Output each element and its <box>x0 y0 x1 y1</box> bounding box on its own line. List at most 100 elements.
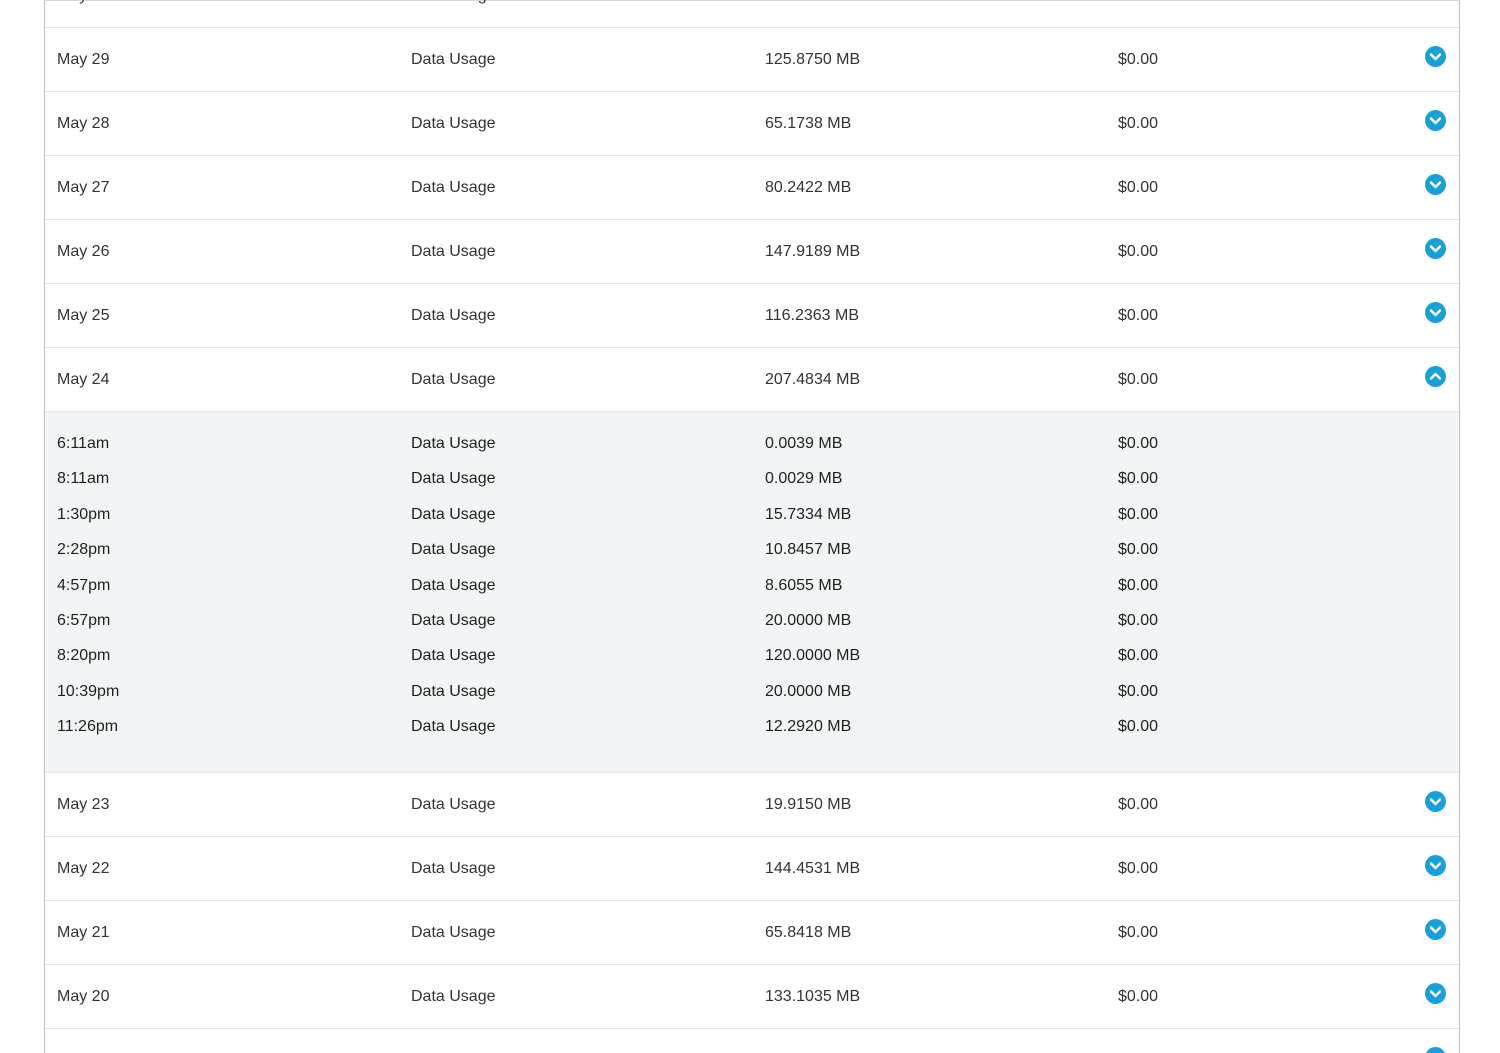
detail-amount: 10.8457 MB <box>765 541 852 559</box>
detail-cost: $0.00 <box>1118 541 1159 559</box>
usage-type: Data Usage <box>411 0 496 27</box>
usage-row[interactable]: May 27 Data Usage 80.2422 MB $0.00 <box>45 156 1459 220</box>
usage-amount: 65.8418 MB <box>765 923 852 941</box>
detail-row: 8:11am Data Usage 0.0029 MB $0.00 <box>45 461 1459 496</box>
detail-amount: 20.0000 MB <box>765 611 852 629</box>
usage-detail-panel: 6:11am Data Usage 0.0039 MB $0.00 8:11am… <box>45 412 1459 773</box>
chevron-down-icon[interactable] <box>1425 982 1446 1004</box>
usage-type: Data Usage <box>411 51 496 68</box>
detail-amount: 20.0000 MB <box>765 682 852 700</box>
usage-amount: 80.2422 MB <box>765 179 852 196</box>
detail-cost: $0.00 <box>1118 647 1159 665</box>
usage-amount: 133.1035 MB <box>765 987 861 1005</box>
detail-type: Data Usage <box>411 611 496 629</box>
detail-time: 4:57pm <box>57 576 111 594</box>
usage-cost: $0.00 <box>1118 51 1159 68</box>
detail-row: 8:20pm Data Usage 120.0000 MB $0.00 <box>45 638 1459 673</box>
usage-cost: $0.00 <box>1118 987 1159 1005</box>
chevron-up-icon[interactable] <box>1425 366 1446 387</box>
usage-type: Data Usage <box>411 859 496 877</box>
usage-row[interactable]: May 22 Data Usage 144.4531 MB $0.00 <box>45 837 1459 901</box>
detail-cost: $0.00 <box>1118 611 1159 629</box>
usage-amount: 19.9150 MB <box>765 795 852 813</box>
usage-date: May 19 <box>57 1029 109 1053</box>
usage-date: May 26 <box>57 243 110 260</box>
chevron-down-icon[interactable] <box>1425 174 1446 195</box>
usage-row[interactable]: May 30 Data Usage <box>45 0 1459 28</box>
chevron-down-icon[interactable] <box>1425 1046 1446 1053</box>
detail-time: 2:28pm <box>57 541 111 559</box>
detail-amount: 15.7334 MB <box>765 505 852 523</box>
chevron-down-icon[interactable] <box>1425 790 1446 812</box>
detail-row: 6:57pm Data Usage 20.0000 MB $0.00 <box>45 603 1459 638</box>
usage-row[interactable]: May 26 Data Usage 147.9189 MB $0.00 <box>45 220 1459 284</box>
detail-row: 11:26pm Data Usage 12.2920 MB $0.00 <box>45 709 1459 744</box>
detail-type: Data Usage <box>411 718 496 736</box>
usage-amount: 116.2363 MB <box>765 307 859 324</box>
usage-type: Data Usage <box>411 307 496 324</box>
usage-cost: $0.00 <box>1118 243 1159 260</box>
usage-type: Data Usage <box>411 371 496 388</box>
detail-time: 1:30pm <box>57 505 111 523</box>
detail-row: 6:11am Data Usage 0.0039 MB $0.00 <box>45 426 1459 461</box>
usage-type: Data Usage <box>411 987 496 1005</box>
usage-date: May 24 <box>57 371 110 388</box>
usage-type: Data Usage <box>411 243 496 260</box>
usage-date: May 27 <box>57 179 110 196</box>
detail-type: Data Usage <box>411 470 496 488</box>
usage-date: May 21 <box>57 923 110 941</box>
usage-row[interactable]: May 28 Data Usage 65.1738 MB $0.00 <box>45 92 1459 156</box>
detail-row: 4:57pm Data Usage 8.6055 MB $0.00 <box>45 568 1459 603</box>
usage-cost: $0.00 <box>1118 115 1159 132</box>
usage-type: Data Usage <box>411 179 496 196</box>
usage-cost: $0.00 <box>1118 307 1159 324</box>
usage-amount: 134.1357 MB <box>765 1029 860 1053</box>
usage-date: May 28 <box>57 115 110 132</box>
usage-row-expanded[interactable]: May 24 Data Usage 207.4834 MB $0.00 <box>45 348 1459 412</box>
chevron-down-icon[interactable] <box>1425 302 1446 323</box>
usage-list: May 30 Data Usage May 29 Data Usage 125.… <box>45 0 1459 1053</box>
detail-cost: $0.00 <box>1118 505 1159 523</box>
usage-date: May 23 <box>57 795 110 813</box>
usage-amount: 147.9189 MB <box>765 243 861 260</box>
detail-time: 6:11am <box>57 435 110 452</box>
usage-row[interactable]: May 29 Data Usage 125.8750 MB $0.00 <box>45 28 1459 92</box>
usage-row[interactable]: May 21 Data Usage 65.8418 MB $0.00 <box>45 901 1459 965</box>
detail-type: Data Usage <box>411 505 496 523</box>
detail-row: 2:28pm Data Usage 10.8457 MB $0.00 <box>45 532 1459 567</box>
usage-row[interactable]: May 25 Data Usage 116.2363 MB $0.00 <box>45 284 1459 348</box>
usage-amount: 125.8750 MB <box>765 51 861 68</box>
usage-type: Data Usage <box>411 923 496 941</box>
chevron-down-icon[interactable] <box>1425 918 1446 940</box>
usage-history-panel: May 30 Data Usage May 29 Data Usage 125.… <box>44 0 1460 1053</box>
detail-amount: 0.0039 MB <box>765 435 843 452</box>
detail-amount: 120.0000 MB <box>765 647 861 665</box>
chevron-down-icon[interactable] <box>1425 46 1446 67</box>
usage-date: May 25 <box>57 307 110 324</box>
usage-date: May 22 <box>57 859 110 877</box>
detail-time: 11:26pm <box>57 718 119 736</box>
chevron-down-icon[interactable] <box>1425 110 1446 131</box>
detail-time: 8:20pm <box>57 647 111 665</box>
usage-amount: 65.1738 MB <box>765 115 852 132</box>
usage-amount: 144.4531 MB <box>765 859 861 877</box>
detail-time: 6:57pm <box>57 611 111 629</box>
usage-date: May 30 <box>57 0 109 27</box>
chevron-down-icon[interactable] <box>1425 854 1446 876</box>
detail-cost: $0.00 <box>1118 435 1159 452</box>
chevron-down-icon[interactable] <box>1425 238 1446 259</box>
detail-cost: $0.00 <box>1118 718 1159 736</box>
usage-row[interactable]: May 20 Data Usage 133.1035 MB $0.00 <box>45 965 1459 1029</box>
detail-time: 10:39pm <box>57 682 120 700</box>
detail-type: Data Usage <box>411 682 496 700</box>
usage-cost: $0.00 <box>1118 923 1159 941</box>
detail-amount: 8.6055 MB <box>765 576 843 594</box>
usage-type: Data Usage <box>411 1029 496 1053</box>
usage-cost: $0.00 <box>1118 859 1159 877</box>
usage-date: May 20 <box>57 987 110 1005</box>
usage-row[interactable]: May 19 Data Usage 134.1357 MB $0.00 <box>45 1029 1459 1053</box>
usage-cost: $0.00 <box>1118 179 1159 196</box>
usage-cost: $0.00 <box>1118 371 1159 388</box>
usage-history-viewport: May 30 Data Usage May 29 Data Usage 125.… <box>0 0 1500 1053</box>
usage-row[interactable]: May 23 Data Usage 19.9150 MB $0.00 <box>45 773 1459 837</box>
